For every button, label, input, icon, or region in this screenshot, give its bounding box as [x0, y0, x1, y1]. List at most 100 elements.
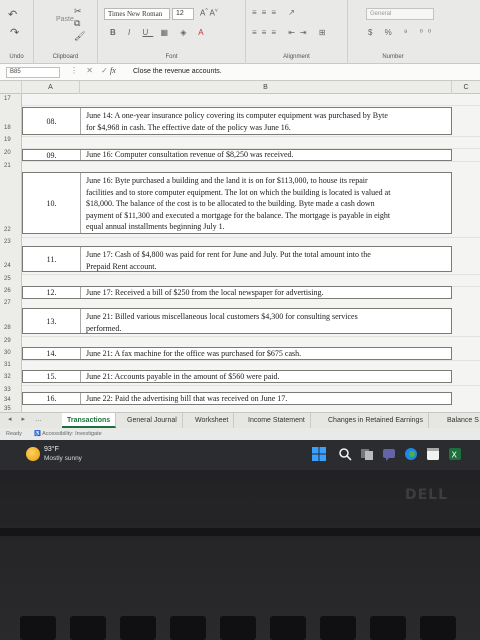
tab-balance-sheet[interactable]: Balance S — [442, 413, 480, 428]
windows-taskbar: 93°F Mostly sunny X — [0, 440, 480, 470]
transaction-row-15[interactable]: 15. June 21: Accounts payable in the amo… — [22, 370, 452, 383]
transaction-line: June 16: Computer consultation revenue o… — [86, 150, 294, 160]
transaction-text: June 17: Cash of $4,800 was paid for ren… — [86, 249, 447, 272]
tab-changes-retained-earnings[interactable]: Changes in Retained Earnings — [323, 413, 429, 428]
paste-label[interactable]: Paste — [56, 16, 74, 23]
undo-group: ↶ ↷ Undo — [0, 0, 34, 64]
row-number[interactable]: 31 — [0, 362, 22, 368]
number-format-icons[interactable]: $ % ⁹ ⁰⁰ — [368, 28, 436, 37]
column-headers: A B C — [0, 81, 480, 94]
select-all-corner[interactable] — [0, 81, 22, 94]
row-number[interactable]: 32 — [0, 374, 22, 380]
transaction-row-12[interactable]: 12. June 17: Received a bill of $250 fro… — [22, 286, 452, 299]
transaction-line: June 16: Byte purchased a building and t… — [86, 176, 368, 185]
windows-start-icon[interactable] — [312, 447, 326, 461]
column-header-c[interactable]: C — [452, 81, 480, 94]
function-icon[interactable]: fx — [110, 66, 116, 75]
keyboard-key — [320, 616, 356, 640]
number-format-dropdown[interactable]: General — [366, 8, 434, 20]
weather-sun-icon[interactable] — [26, 447, 40, 461]
row-number[interactable]: 19 — [0, 137, 22, 143]
transaction-row-08[interactable]: 08. June 14: A one-year insurance policy… — [22, 107, 452, 135]
row-number[interactable]: 29 — [0, 338, 22, 344]
name-box[interactable]: B85 — [6, 67, 60, 78]
keyboard-key — [370, 616, 406, 640]
laptop-brand-logo: DELL — [405, 487, 449, 503]
calendar-app-icon[interactable] — [426, 447, 440, 461]
row-number[interactable]: 33 — [0, 387, 22, 393]
row-number[interactable]: 18 — [0, 125, 22, 131]
search-icon[interactable] — [338, 447, 352, 461]
keyboard-key — [20, 616, 56, 640]
accessibility-icon: ♿ — [34, 431, 43, 437]
transaction-number: 12. — [23, 287, 81, 298]
photographed-screen: ↶ ↷ Undo Paste ✂ ⧉ 🖌 Clipboard Font Time… — [0, 0, 480, 470]
copy-icon[interactable]: ⧉ — [74, 18, 80, 29]
weather-temperature[interactable]: 93°F — [44, 446, 59, 453]
task-view-icon[interactable] — [360, 447, 374, 461]
font-name-dropdown[interactable]: Times New Roman — [104, 8, 170, 20]
transaction-line: June 17: Received a bill of $250 from th… — [86, 287, 324, 297]
transaction-line: performed. — [86, 323, 122, 333]
formula-bar: B85 ⋮ ✕ ✓ fx Close the revenue accounts. — [0, 64, 480, 81]
teams-chat-icon[interactable] — [382, 447, 396, 461]
tab-worksheet[interactable]: Worksheet — [190, 413, 235, 428]
tab-income-statement[interactable]: Income Statement — [243, 413, 311, 428]
vertical-align-icons[interactable]: ≡≡≡ ↗ — [252, 8, 300, 17]
row-number[interactable]: 25 — [0, 276, 22, 282]
tab-general-journal[interactable]: General Journal — [122, 413, 183, 428]
transaction-row-13[interactable]: 13. June 21: Billed various miscellaneou… — [22, 308, 452, 334]
transaction-line: equal annual installments beginning July… — [86, 222, 225, 232]
excel-app-icon[interactable]: X — [448, 447, 462, 461]
row-number[interactable]: 24 — [0, 263, 22, 269]
gridline — [22, 360, 480, 361]
transaction-row-16[interactable]: 16. June 22: Paid the advertising bill t… — [22, 392, 452, 405]
formula-input[interactable]: Close the revenue accounts. — [133, 68, 222, 75]
tab-scroll-arrows[interactable]: ◂ ▸ … — [8, 415, 46, 423]
cut-icon[interactable]: ✂ — [74, 6, 82, 17]
format-painter-icon[interactable]: 🖌 — [74, 31, 85, 42]
row-number[interactable]: 28 — [0, 325, 22, 331]
edge-browser-icon[interactable] — [404, 447, 418, 461]
transaction-row-14[interactable]: 14. June 21: A fax machine for the offic… — [22, 347, 452, 360]
keyboard-key — [420, 616, 456, 640]
clipboard-group: Paste ✂ ⧉ 🖌 Clipboard — [34, 0, 98, 64]
transaction-text: June 16: Byte purchased a building and t… — [86, 175, 447, 233]
undo-icon[interactable]: ↶ — [8, 8, 17, 21]
font-format-buttons[interactable]: B I U ▦ ◈ A — [110, 28, 209, 37]
status-bar: Ready ♿ Accessibility: Investigate — [0, 428, 480, 440]
row-number[interactable]: 17 — [0, 96, 22, 102]
transaction-text: June 21: Billed various miscellaneous lo… — [86, 311, 447, 334]
row-number[interactable]: 22 — [0, 227, 22, 233]
row-number[interactable]: 34 — [0, 397, 22, 403]
increase-font-icon[interactable]: A^ A˅ — [200, 8, 218, 18]
row-number[interactable]: 30 — [0, 350, 22, 356]
column-header-a[interactable]: A — [22, 81, 80, 94]
transaction-row-09[interactable]: 09. June 16: Computer consultation reven… — [22, 149, 452, 161]
row-number[interactable]: 20 — [0, 150, 22, 156]
accessibility-status[interactable]: ♿ Accessibility: Investigate — [34, 431, 102, 437]
row-number[interactable]: 23 — [0, 239, 22, 245]
laptop-hinge — [0, 528, 480, 536]
gridline — [22, 161, 480, 162]
transaction-row-11[interactable]: 11. June 17: Cash of $4,800 was paid for… — [22, 246, 452, 272]
gridline — [22, 105, 480, 106]
row-number[interactable]: 27 — [0, 300, 22, 306]
row-number[interactable]: 26 — [0, 288, 22, 294]
font-size-dropdown[interactable]: 12 — [172, 8, 194, 20]
tab-transactions[interactable]: Transactions — [62, 413, 117, 428]
transaction-line: for $4,968 in cash. The effective date o… — [86, 122, 291, 132]
transaction-row-10[interactable]: 10. June 16: Byte purchased a building a… — [22, 172, 452, 234]
keyboard-key — [270, 616, 306, 640]
transaction-line: Prepaid Rent account. — [86, 261, 157, 271]
column-header-b[interactable]: B — [80, 81, 452, 94]
horizontal-align-icons[interactable]: ≡≡≡ ⇤⇥ ⊞ — [252, 28, 331, 37]
alignment-group-label: Alignment — [283, 54, 310, 60]
transaction-line: payment of $11,300 and executed a mortga… — [86, 210, 391, 220]
worksheet-grid[interactable]: 17 18 19 20 21 22 23 24 25 26 27 28 29 3… — [0, 94, 480, 412]
transaction-number: 09. — [23, 150, 81, 160]
row-number[interactable]: 21 — [0, 163, 22, 169]
redo-icon[interactable]: ↷ — [10, 26, 19, 39]
weather-description[interactable]: Mostly sunny — [44, 455, 82, 462]
cancel-enter-icons[interactable]: ⋮ ✕ ✓ — [70, 66, 111, 75]
